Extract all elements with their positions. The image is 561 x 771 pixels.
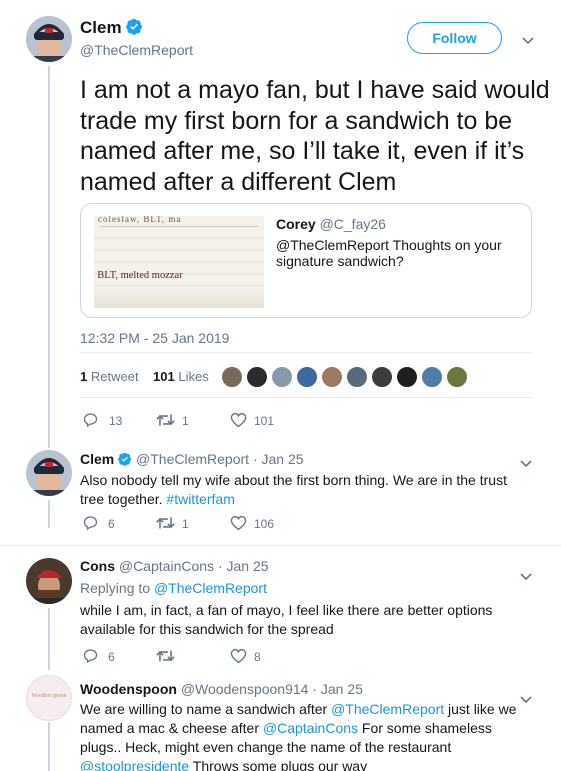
reply-icon [83, 516, 98, 531]
divider [80, 352, 532, 353]
avatar[interactable] [26, 558, 72, 604]
avatar[interactable] [26, 16, 72, 62]
follow-button[interactable]: Follow [407, 22, 502, 54]
tweet-timestamp[interactable]: 12:32 PM - 25 Jan 2019 [80, 330, 229, 346]
tweet-text: I am not a mayo fan, but I have said wou… [80, 76, 550, 196]
reply-author-handle[interactable]: @TheClemReport [136, 451, 249, 467]
divider [80, 397, 532, 398]
menu-text: , BLT, melted mozzar [94, 270, 183, 281]
quoted-tweet[interactable]: coleslaw, BLT, ma , BLT, melted mozzar C… [80, 203, 532, 318]
reply-author-name[interactable]: Clem [80, 451, 114, 467]
reply-text: while I am, in fact, a fan of mayo, I fe… [80, 602, 493, 637]
replying-to: Replying to @TheClemReport [80, 580, 267, 596]
hashtag-link[interactable]: #twitterfam [166, 491, 234, 507]
reply-date[interactable]: · Jan 25 [218, 558, 269, 574]
reply-author-name[interactable]: Woodenspoon [80, 681, 177, 697]
liker-avatar[interactable] [346, 366, 368, 388]
thread-line-middle [48, 500, 50, 528]
retweet-icon [156, 517, 175, 529]
mention-link[interactable]: @TheClemReport [331, 701, 444, 717]
avatar[interactable]: Wooden spoon [26, 675, 72, 721]
chevron-down-icon[interactable] [519, 456, 533, 468]
reply-author-name[interactable]: Cons [80, 558, 115, 574]
avatar[interactable] [26, 450, 72, 496]
reply-header: Cons @CaptainCons · Jan 25 [80, 557, 536, 576]
quoted-author-handle: @C_fay26 [319, 216, 386, 232]
quoted-author-name: Corey [276, 216, 316, 232]
heart-icon [230, 515, 247, 531]
chevron-down-icon[interactable] [521, 33, 535, 45]
reply-header: Woodenspoon @Woodenspoon914 · Jan 25 [80, 680, 536, 699]
thread-line-cons [48, 608, 50, 670]
liker-avatar[interactable] [446, 366, 468, 388]
liker-avatar[interactable] [321, 366, 343, 388]
verified-badge-icon [126, 18, 143, 40]
reply-date[interactable]: · Jan 25 [312, 681, 363, 697]
thread-line-top [48, 66, 50, 448]
liker-avatar[interactable] [296, 366, 318, 388]
reply-tweet[interactable]: Woodenspoon @Woodenspoon914 · Jan 25 We … [80, 680, 536, 771]
quoted-tweet-image[interactable]: coleslaw, BLT, ma , BLT, melted mozzar [94, 216, 264, 308]
reply-icon [83, 413, 98, 428]
liker-avatar[interactable] [371, 366, 393, 388]
reply-header: Clem @TheClemReport · Jan 25 [80, 450, 530, 471]
heart-icon [230, 648, 247, 664]
mention-link[interactable]: @stoolpresidente [80, 758, 189, 771]
reply-text: We are willing to name a sandwich after … [80, 700, 536, 771]
heart-icon [230, 412, 247, 428]
verified-badge-icon [118, 452, 132, 471]
retweet-icon [156, 414, 175, 426]
thread-line-woodenspoon [48, 722, 50, 771]
tweet-stats: 1 Retweet 101 Likes [80, 369, 209, 384]
mention-link[interactable]: @CaptainCons [263, 720, 358, 736]
likes-stat[interactable]: 101 Likes [153, 369, 209, 384]
retweet-icon [156, 650, 175, 662]
mention-link[interactable]: @TheClemReport [154, 580, 267, 596]
liker-avatar[interactable] [421, 366, 443, 388]
avatar-logo-text: Wooden spoon [31, 693, 67, 699]
liker-avatar[interactable] [396, 366, 418, 388]
liker-avatar[interactable] [221, 366, 243, 388]
reply-tweet[interactable]: Cons @CaptainCons · Jan 25 Replying to @… [80, 557, 536, 639]
retweet-stat[interactable]: 1 Retweet [80, 369, 139, 384]
quoted-tweet-text: @TheClemReport Thoughts on your signatur… [276, 237, 502, 269]
liker-avatar[interactable] [271, 366, 293, 388]
chevron-down-icon[interactable] [519, 692, 533, 704]
main-tweet-header: Clem @TheClemReport [80, 18, 193, 58]
author-handle[interactable]: @TheClemReport [80, 42, 193, 58]
reply-text: Also nobody tell my wife about the first… [80, 472, 507, 507]
quoted-tweet-body: Corey @C_fay26 @TheClemReport Thoughts o… [276, 216, 531, 269]
reply-author-handle[interactable]: @Woodenspoon914 [181, 681, 309, 697]
reply-date[interactable]: · Jan 25 [253, 451, 304, 467]
author-name[interactable]: Clem [80, 18, 122, 37]
reply-author-handle[interactable]: @CaptainCons [119, 558, 214, 574]
liker-avatar[interactable] [246, 366, 268, 388]
divider [0, 545, 561, 546]
reply-tweet[interactable]: Clem @TheClemReport · Jan 25 Also nobody… [80, 450, 530, 509]
chevron-down-icon[interactable] [519, 569, 533, 581]
reply-icon [83, 649, 98, 664]
